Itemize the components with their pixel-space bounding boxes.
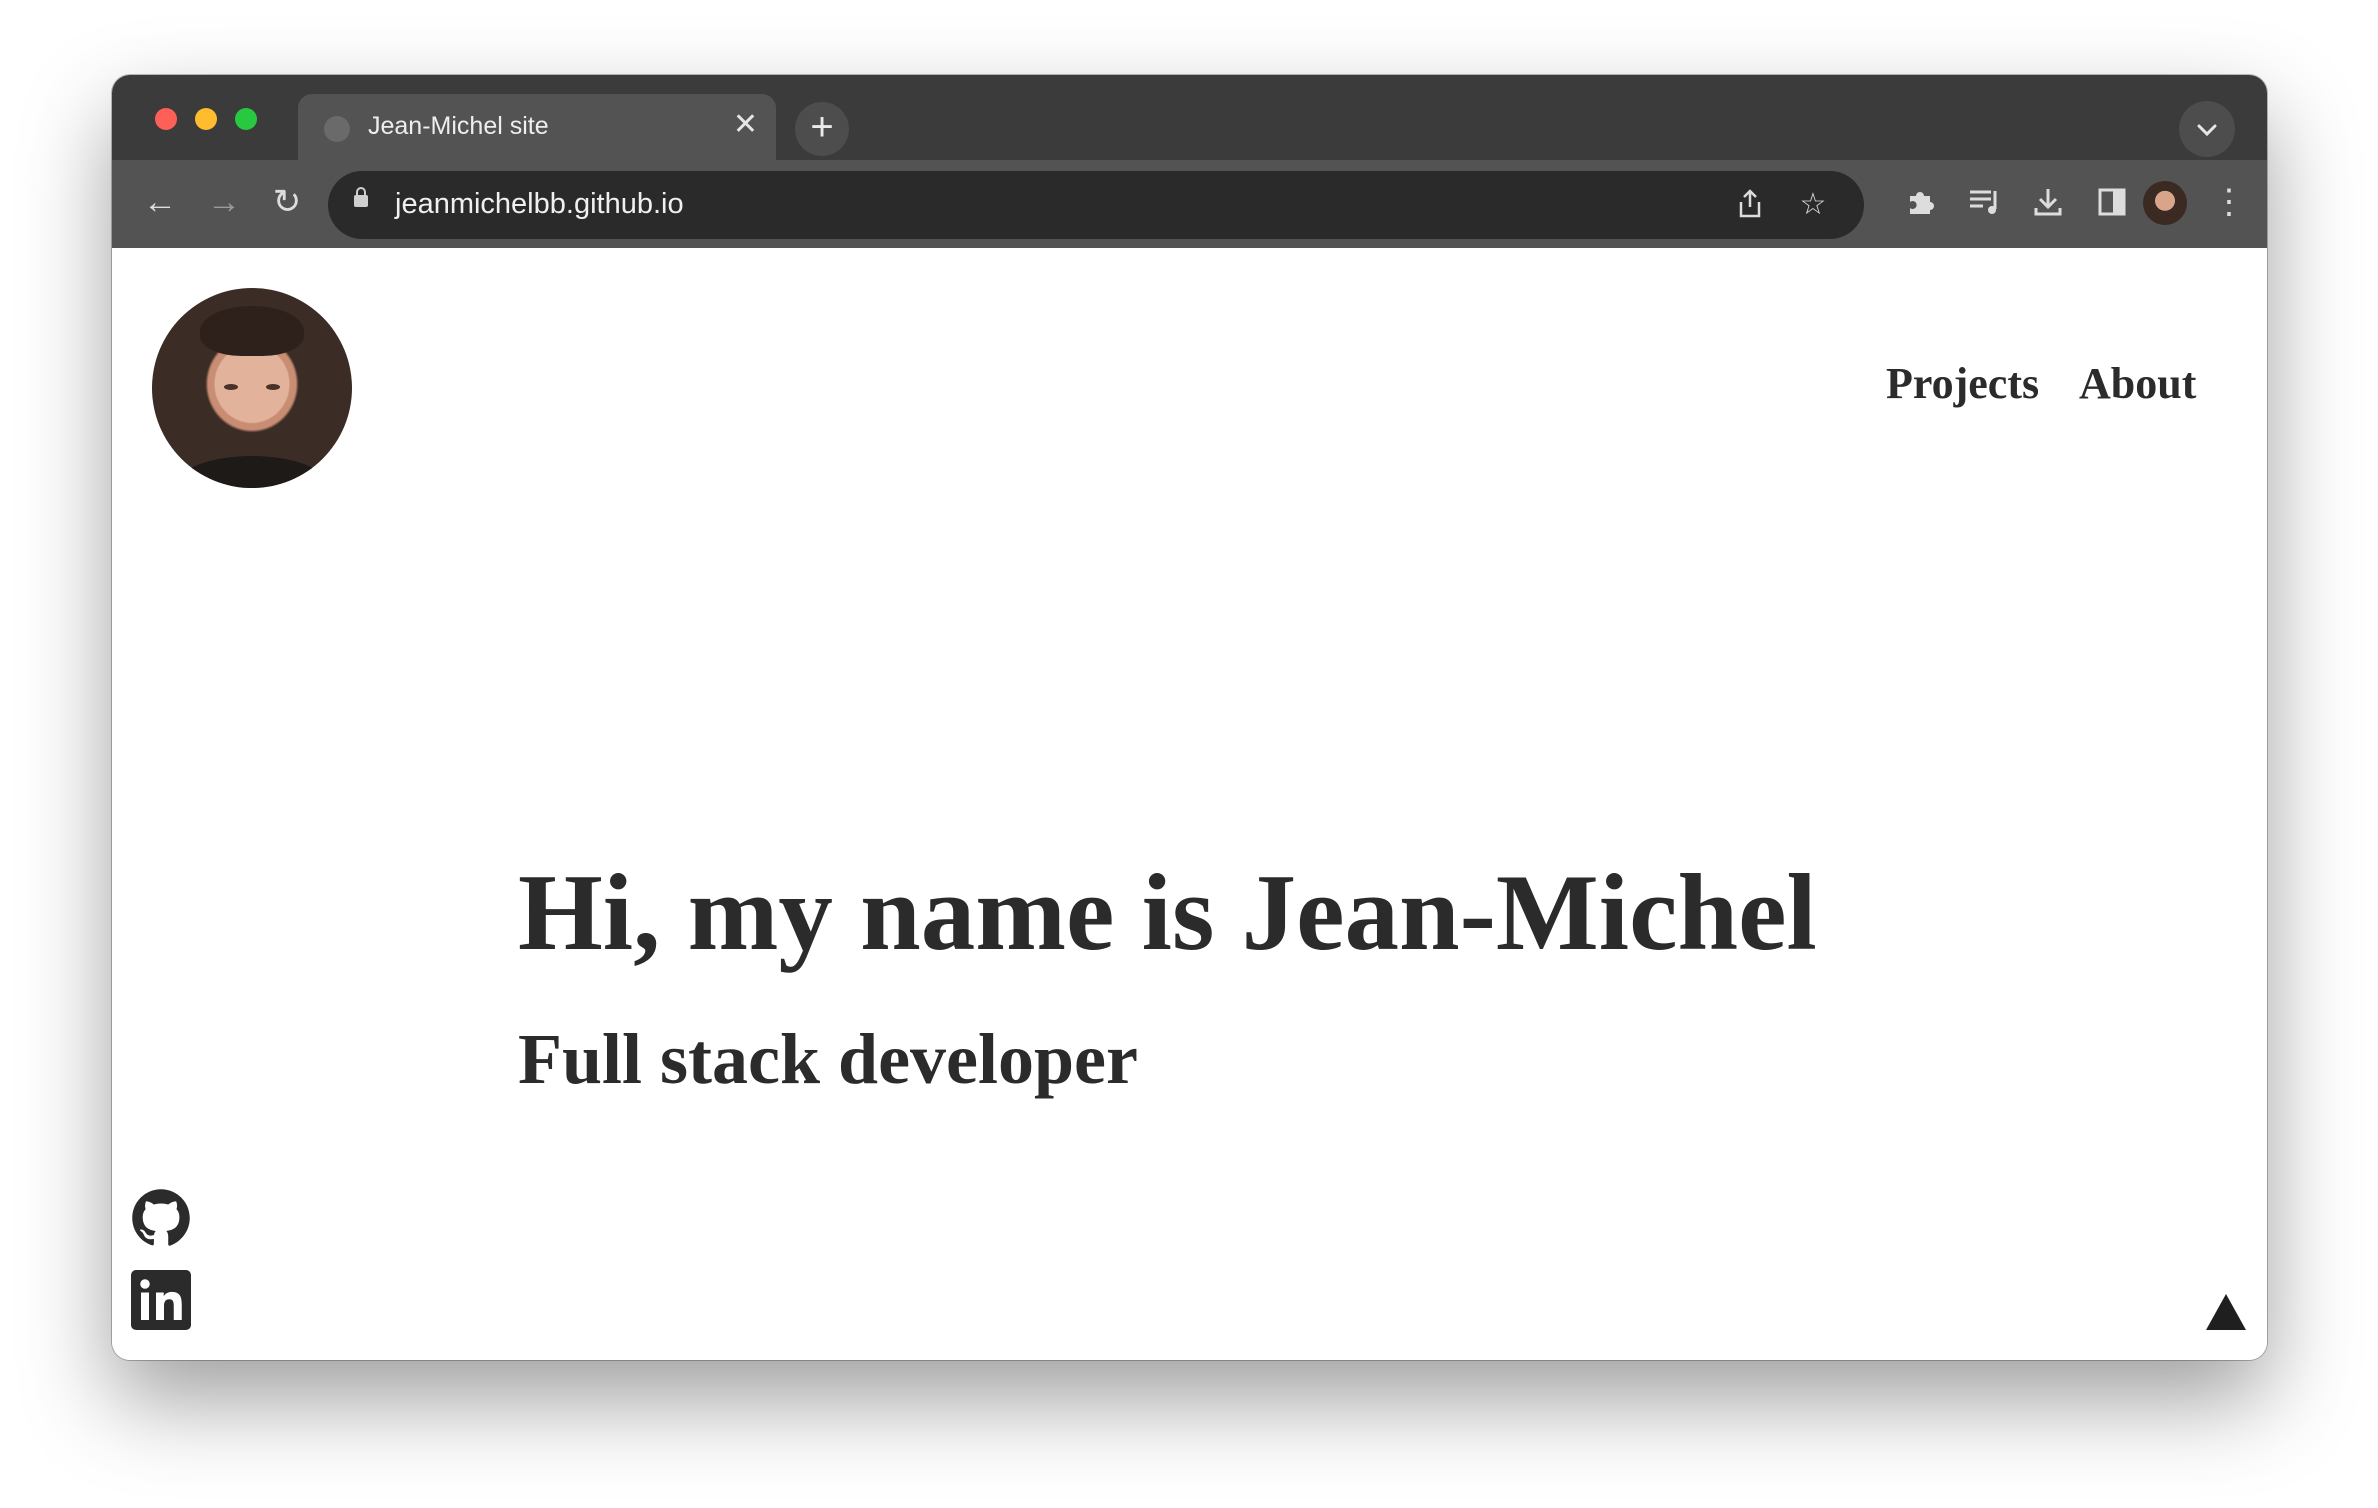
- share-icon[interactable]: [1728, 183, 1772, 227]
- profile-avatar[interactable]: [2143, 181, 2187, 225]
- new-tab-button[interactable]: +: [795, 102, 849, 156]
- url-text[interactable]: jeanmichelbb.github.io: [395, 188, 684, 221]
- puzzle-icon[interactable]: [1898, 180, 1942, 224]
- bookmark-star-icon[interactable]: ☆: [1791, 183, 1835, 227]
- forward-button[interactable]: →: [202, 180, 246, 224]
- address-bar[interactable]: jeanmichelbb.github.io ☆: [328, 171, 1864, 239]
- hero-subtitle: Full stack developer: [518, 1019, 1138, 1099]
- tab-title: Jean-Michel site: [368, 112, 549, 140]
- hero-title: Hi, my name is Jean-Michel: [518, 852, 1817, 973]
- title-bar: Jean-Michel site ✕ +: [112, 75, 2267, 160]
- nav-link-about[interactable]: About: [2079, 358, 2196, 409]
- chevron-down-icon: [2197, 124, 2217, 137]
- reload-button[interactable]: ↻: [265, 180, 309, 224]
- github-icon[interactable]: [131, 1188, 191, 1248]
- profile-photo: [152, 288, 352, 488]
- web-page: Projects About Hi, my name is Jean-Miche…: [112, 248, 2267, 1360]
- lock-icon: [354, 187, 368, 207]
- minimize-window-button[interactable]: [195, 108, 217, 130]
- globe-icon: [324, 116, 350, 142]
- browser-toolbar: ← → ↻ jeanmichelbb.github.io ☆ ⋮: [112, 160, 2267, 248]
- download-icon[interactable]: [2026, 180, 2070, 224]
- browser-tab[interactable]: Jean-Michel site ✕: [298, 94, 776, 160]
- menu-kebab-icon[interactable]: ⋮: [2207, 180, 2251, 224]
- tab-search-button[interactable]: [2179, 101, 2235, 157]
- linkedin-icon[interactable]: [131, 1270, 191, 1330]
- close-window-button[interactable]: [155, 108, 177, 130]
- close-tab-icon[interactable]: ✕: [733, 108, 758, 142]
- scroll-to-top-icon[interactable]: [2205, 1293, 2247, 1331]
- side-panel-icon[interactable]: [2090, 180, 2134, 224]
- queue-music-icon[interactable]: [1962, 180, 2006, 224]
- back-button[interactable]: ←: [138, 180, 182, 224]
- maximize-window-button[interactable]: [235, 108, 257, 130]
- browser-window: Jean-Michel site ✕ + ← → ↻ jeanmichelbb.…: [112, 75, 2267, 1360]
- nav-link-projects[interactable]: Projects: [1886, 358, 2039, 409]
